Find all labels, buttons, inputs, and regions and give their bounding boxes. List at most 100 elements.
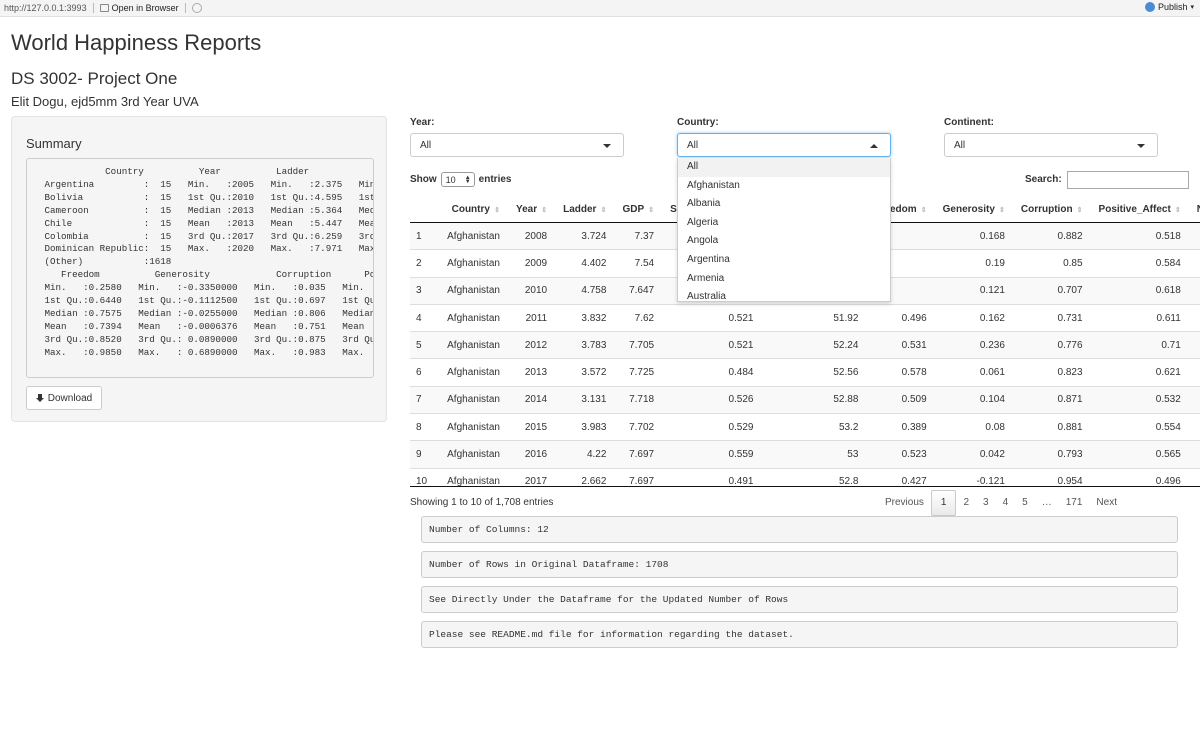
dropdown-option[interactable]: All [678,158,890,177]
table-row[interactable]: 9 Afghanistan 2016 4.22 7.697 0.559 53 0.523 0.0… [410,440,1200,469]
refresh-icon[interactable] [191,3,202,13]
page-button[interactable]: 2 [956,491,976,515]
table-cell: 0.484 [664,358,764,387]
chevron-down-icon: ▾ [1190,4,1194,11]
country-select-value: All [687,139,699,151]
dropdown-option[interactable]: Afghanistan [678,177,890,196]
dropdown-option[interactable]: Angola [678,232,890,251]
table-cell: 7.54 [616,249,665,278]
column-header[interactable]: Positive_Affect ⇕ [1092,196,1191,223]
table-row[interactable]: 6 Afghanistan 2013 3.572 7.725 0.484 52.56 0.57… [410,358,1200,387]
table-row[interactable]: 10 Afghanistan 2017 2.662 7.697 0.491 52.8 0.42… [410,467,1200,487]
column-header-label: Positive_Affect [1098,203,1171,215]
page-button[interactable]: 4 [996,491,1016,515]
table-row[interactable]: 4 Afghanistan 2011 3.832 7.62 0.521 51.92 0.496… [410,303,1200,332]
continent-select[interactable]: All [944,133,1158,157]
table-cell: 0.523 [868,440,937,469]
column-header-label: Generosity [942,203,995,215]
next-page-button[interactable]: Next [1089,491,1124,515]
dropdown-option[interactable]: Albania [678,195,890,214]
open-in-browser-label: Open in Browser [111,3,179,13]
table-cell: 7.702 [616,413,665,441]
table-cell: 5 [410,331,438,359]
page-button[interactable]: 1 [930,490,957,516]
table-cell: 0.532 [1092,385,1191,414]
table-cell: 52.56 [763,358,869,387]
caret-down-icon [603,144,611,148]
updated-rows-note: See Directly Under the Dataframe for the… [421,586,1178,613]
column-header[interactable]: Negative_Affect⇕ [1190,196,1200,223]
table-cell: Afghanistan [437,303,510,332]
table-cell [1190,358,1200,387]
page-button[interactable]: 3 [976,491,996,515]
table-cell: 3.724 [557,221,617,250]
table-cell: 2008 [509,221,558,250]
show-label: Show [410,174,437,185]
table-cell: 0.565 [1092,440,1191,469]
pagination: Previous 1 2 3 4 5 … 171 Next [878,490,1124,516]
entries-label: entries [478,174,512,185]
year-select-value: All [420,139,432,151]
table-cell: 0.793 [1014,440,1093,469]
author-line: Elit Dogu, ejd5mm 3rd Year UVA [11,94,199,109]
table-cell: 4 [410,303,438,332]
dropdown-option[interactable]: Armenia [678,270,890,289]
dropdown-option[interactable]: Argentina [678,251,890,270]
dropdown-option[interactable]: Algeria [678,214,890,233]
table-cell [1190,303,1200,332]
table-cell: 7.718 [616,385,665,414]
table-cell: 53 [763,440,869,469]
table-cell: 2.662 [557,467,617,487]
column-header-label: Corruption [1020,203,1073,215]
page-button[interactable]: 171 [1059,491,1090,515]
table-cell: 7.37 [616,221,665,250]
open-in-browser-button[interactable]: Open in Browser [99,3,179,13]
column-header[interactable]: GDP ⇕ [616,196,665,223]
publish-label: Publish [1157,2,1188,12]
table-row[interactable]: 8 Afghanistan 2015 3.983 7.702 0.529 53.2 0.389… [410,413,1200,441]
table-cell: 2015 [509,413,558,441]
column-header[interactable]: Country ⇕ [437,196,510,223]
country-dropdown-list[interactable]: All Afghanistan Albania Algeria Angola A… [677,158,891,302]
column-header [410,196,438,223]
publish-icon [1144,2,1155,12]
table-cell: 0.427 [868,467,937,487]
publish-button[interactable]: Publish ▾ [1144,2,1194,12]
table-cell: -0.121 [936,467,1015,487]
table-cell: Afghanistan [437,331,510,359]
table-cell [1190,221,1200,250]
dropdown-option[interactable]: Australia [678,288,890,301]
table-cell: 0.954 [1014,467,1093,487]
column-header[interactable]: Year ⇕ [509,196,558,223]
download-button[interactable]: Download [26,386,102,410]
table-cell: 4.402 [557,249,617,278]
entries-value: 10 [445,174,456,185]
sort-icon: ⇕ [600,206,607,214]
page-button[interactable]: 5 [1015,491,1035,515]
table-row[interactable]: 7 Afghanistan 2014 3.131 7.718 0.526 52.88 0.50… [410,385,1200,414]
entries-select[interactable]: 10 ▲ ▼ [440,172,475,187]
table-cell: 0.71 [1092,331,1191,359]
year-select[interactable]: All [410,133,624,157]
column-header[interactable]: Ladder ⇕ [557,196,617,223]
stepper-icon: ▲ ▼ [464,175,471,185]
continent-filter-label: Continent: [944,117,994,128]
table-cell: 0.618 [1092,276,1191,305]
table-cell: 6 [410,358,438,387]
column-header[interactable]: Generosity ⇕ [936,196,1015,223]
table-cell: 0.389 [868,413,937,441]
table-row[interactable]: 5 Afghanistan 2012 3.783 7.705 0.521 52.24 0.53… [410,331,1200,359]
table-cell: Afghanistan [437,221,510,250]
country-select[interactable]: All [677,133,891,157]
table-cell: 2010 [509,276,558,305]
search-input[interactable] [1067,171,1189,189]
table-cell: Afghanistan [437,358,510,387]
table-cell: 4.22 [557,440,617,469]
table-cell: 0.19 [936,249,1015,278]
column-header[interactable]: Corruption ⇕ [1014,196,1093,223]
readme-note: Please see README.md file for informatio… [421,621,1178,648]
url-text: http://127.0.0.1:3993 [4,3,87,13]
previous-page-button[interactable]: Previous [878,491,931,515]
sort-icon: ⇕ [541,206,548,214]
table-cell: 0.121 [936,276,1015,305]
